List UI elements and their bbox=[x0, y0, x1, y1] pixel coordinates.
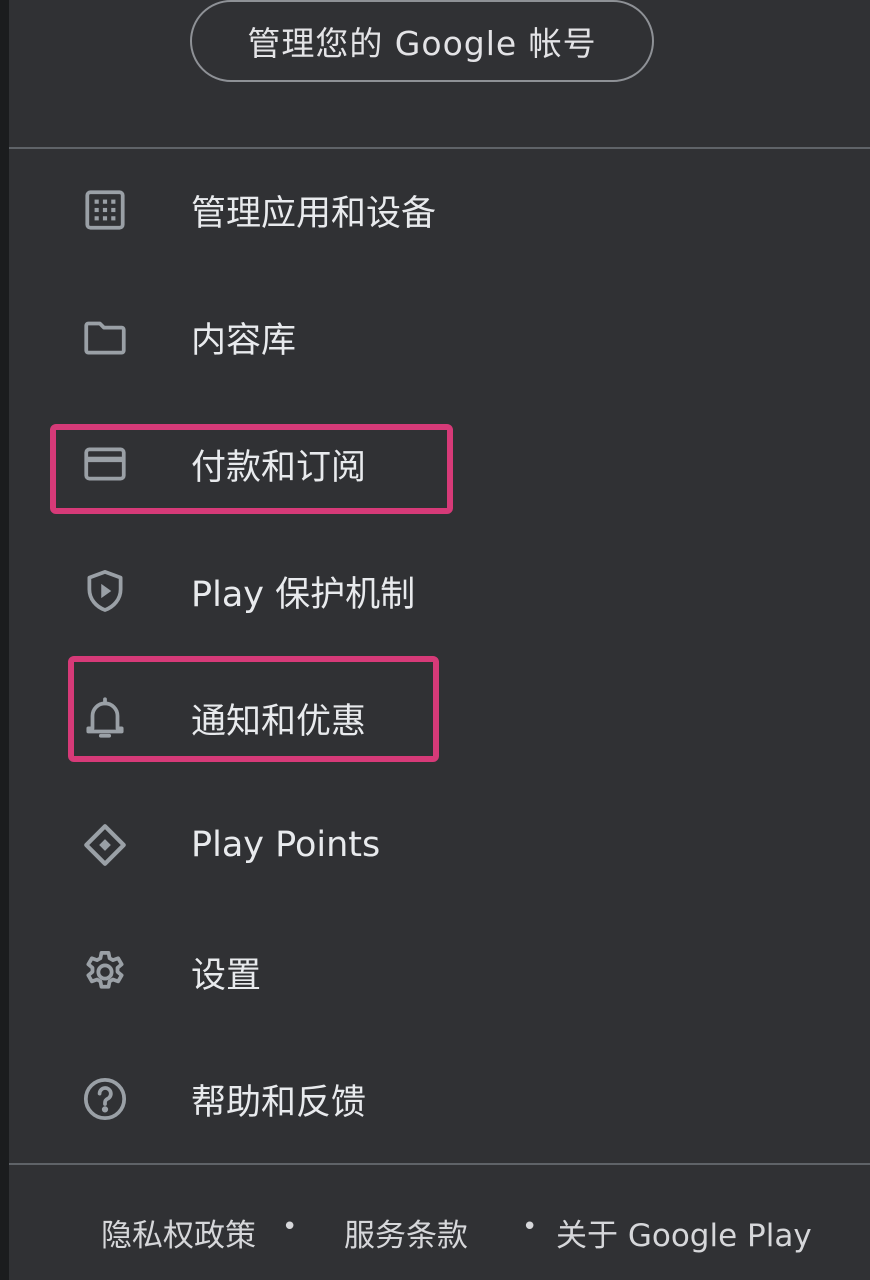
menu-item-payments-subscriptions[interactable]: 付款和订阅 bbox=[9, 414, 870, 514]
privacy-policy-link[interactable]: 隐私权政策 bbox=[101, 1210, 256, 1255]
menu-item-label: 设置 bbox=[191, 955, 262, 996]
menu-item-settings[interactable]: 设置 bbox=[9, 922, 870, 1022]
menu-item-play-points[interactable]: Play Points bbox=[9, 795, 870, 895]
menu-item-notifications-offers[interactable]: 通知和优惠 bbox=[9, 668, 870, 768]
menu-item-label: 帮助和反馈 bbox=[191, 1082, 367, 1123]
menu-item-help-feedback[interactable]: 帮助和反馈 bbox=[9, 1049, 870, 1149]
terms-of-service-link[interactable]: 服务条款 bbox=[344, 1210, 468, 1255]
menu-item-label: 付款和订阅 bbox=[191, 447, 367, 488]
folder-icon bbox=[79, 311, 131, 363]
about-google-play-link[interactable]: 关于 Google Play bbox=[556, 1210, 812, 1255]
footer-separator: • bbox=[282, 1212, 298, 1242]
menu-item-play-protect[interactable]: Play 保护机制 bbox=[9, 541, 870, 641]
window-left-edge bbox=[0, 0, 9, 1280]
menu-item-label: 内容库 bbox=[191, 320, 297, 361]
menu-item-label: Play Points bbox=[191, 825, 381, 865]
help-icon bbox=[79, 1073, 131, 1125]
manage-google-account-button[interactable]: 管理您的 Google 帐号 bbox=[190, 0, 654, 82]
credit-card-icon bbox=[79, 438, 131, 490]
footer-links: 隐私权政策 • 服务条款 • 关于 Google Play bbox=[0, 1200, 870, 1264]
divider-top bbox=[9, 147, 870, 149]
diamond-icon bbox=[79, 819, 131, 871]
grid-icon bbox=[79, 184, 131, 236]
menu-item-label: 通知和优惠 bbox=[191, 701, 367, 742]
bell-icon bbox=[79, 692, 131, 744]
footer-separator: • bbox=[522, 1212, 538, 1242]
menu-item-manage-apps[interactable]: 管理应用和设备 bbox=[9, 160, 870, 260]
shield-play-icon bbox=[79, 565, 131, 617]
gear-icon bbox=[79, 946, 131, 998]
menu-item-library[interactable]: 内容库 bbox=[9, 287, 870, 387]
menu-item-label: 管理应用和设备 bbox=[191, 193, 437, 234]
divider-bottom bbox=[9, 1163, 870, 1165]
menu-item-label: Play 保护机制 bbox=[191, 574, 416, 615]
